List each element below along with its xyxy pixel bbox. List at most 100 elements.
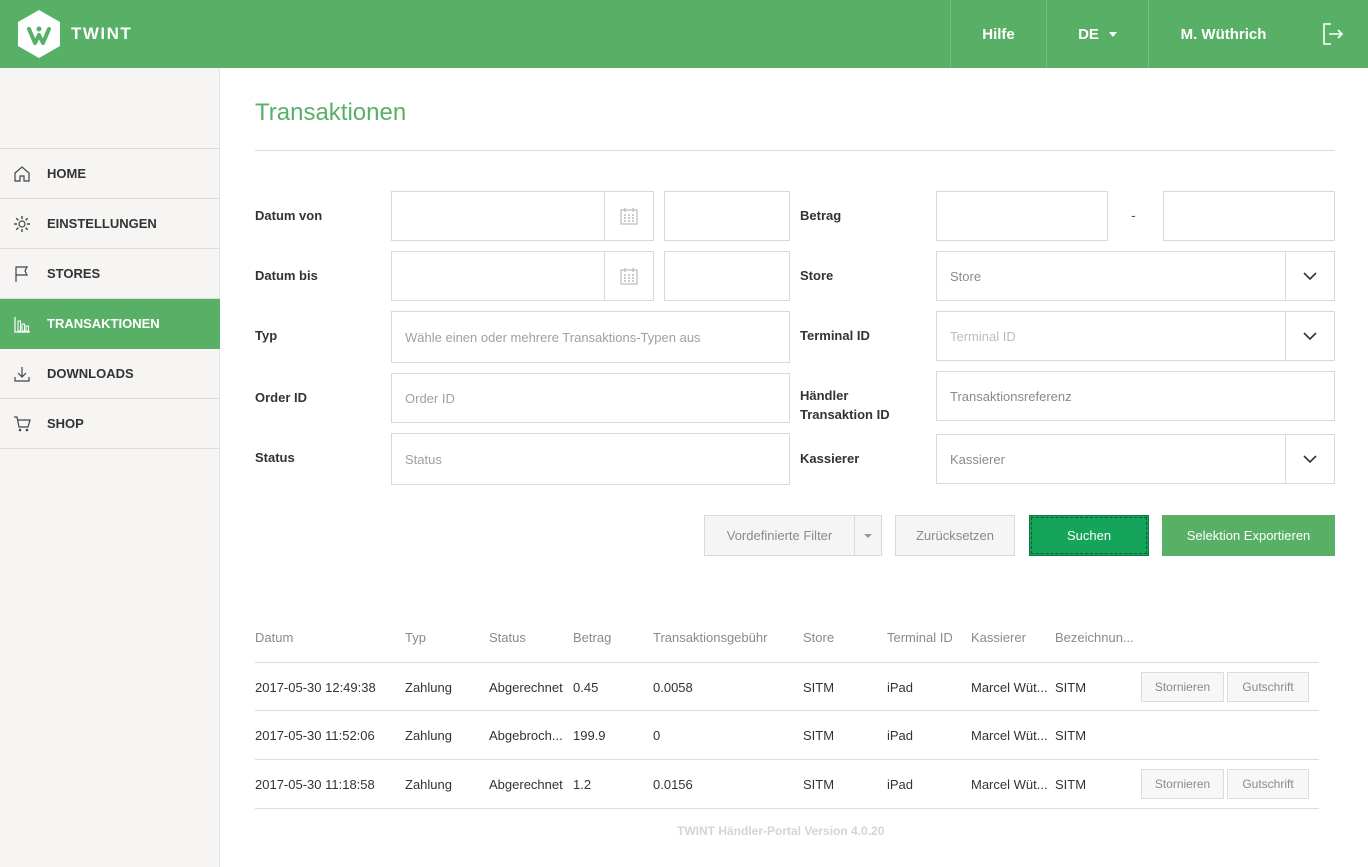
cell-datum: 2017-05-30 11:52:06 xyxy=(255,728,375,743)
haendler-transaktion-id-label: Händler Transaktion ID xyxy=(800,386,890,424)
twint-logo-icon[interactable] xyxy=(16,9,62,59)
cell-bezeichnung: SITM xyxy=(1055,680,1087,695)
typ-placeholder: Wähle einen oder mehrere Transaktions-Ty… xyxy=(405,329,701,345)
terminal-id-select[interactable]: Terminal ID xyxy=(936,311,1335,361)
haendler-label-line2: Transaktion ID xyxy=(800,407,890,422)
divider xyxy=(255,759,1319,760)
language-label: DE xyxy=(1078,25,1099,43)
gutschrift-button[interactable]: Gutschrift xyxy=(1227,672,1309,702)
home-icon xyxy=(12,164,32,184)
sidebar-item-downloads[interactable]: DOWNLOADS xyxy=(0,349,220,399)
terminal-id-placeholder: Terminal ID xyxy=(950,328,1016,344)
datum-bis-input[interactable] xyxy=(391,251,654,301)
chevron-down-icon[interactable] xyxy=(1285,435,1334,483)
cell-status: Abgebroch... xyxy=(489,728,563,743)
cell-datum: 2017-05-30 12:49:38 xyxy=(255,680,376,695)
sidebar-item-label: TRANSAKTIONEN xyxy=(47,316,160,331)
divider xyxy=(255,150,1335,151)
sidebar-item-label: STORES xyxy=(47,266,101,281)
kassierer-placeholder: Kassierer xyxy=(950,451,1005,467)
sidebar-item-home[interactable]: HOME xyxy=(0,149,220,199)
cell-terminal: iPad xyxy=(887,777,914,792)
typ-multiselect[interactable]: Wähle einen oder mehrere Transaktions-Ty… xyxy=(391,311,790,363)
divider xyxy=(255,808,1319,809)
top-nav: Hilfe DE M. Wüthrich xyxy=(950,0,1368,68)
reset-button[interactable]: Zurücksetzen xyxy=(895,515,1015,556)
typ-label: Typ xyxy=(255,328,278,343)
brand-name[interactable]: TWINT xyxy=(71,24,132,44)
footer-version: TWINT Händler-Portal Version 4.0.20 xyxy=(677,824,885,838)
gear-icon xyxy=(12,214,32,234)
column-header-bezeichnung[interactable]: Bezeichnun... xyxy=(1055,630,1134,645)
sidebar-item-einstellungen[interactable]: EINSTELLUNGEN xyxy=(0,199,220,249)
cell-kassierer: Marcel Wüt... xyxy=(971,680,1048,695)
sidebar-item-label: EINSTELLUNGEN xyxy=(47,216,157,231)
store-select[interactable]: Store xyxy=(936,251,1335,301)
caret-down-icon[interactable] xyxy=(854,516,881,555)
predefined-filter-button[interactable]: Vordefinierte Filter xyxy=(704,515,882,556)
cell-terminal: iPad xyxy=(887,728,914,743)
divider xyxy=(255,662,1319,663)
chevron-down-icon[interactable] xyxy=(1285,312,1334,360)
betrag-separator: - xyxy=(1131,207,1136,223)
store-placeholder: Store xyxy=(950,268,982,284)
chevron-down-icon[interactable] xyxy=(1285,252,1334,300)
sidebar-item-shop[interactable]: SHOP xyxy=(0,399,220,449)
gutschrift-button[interactable]: Gutschrift xyxy=(1227,769,1309,799)
sidebar-item-transaktionen[interactable]: TRANSAKTIONEN xyxy=(0,299,220,349)
stornieren-button[interactable]: Stornieren xyxy=(1141,672,1224,702)
column-header-terminal-id[interactable]: Terminal ID xyxy=(887,630,953,645)
cell-store: SITM xyxy=(803,777,835,792)
datum-bis-time-input[interactable] xyxy=(664,251,790,301)
cell-betrag: 1.2 xyxy=(573,777,592,792)
order-id-label: Order ID xyxy=(255,390,308,405)
bar-chart-icon xyxy=(12,314,32,334)
column-header-store[interactable]: Store xyxy=(803,630,834,645)
haendler-transaktion-id-input[interactable]: Transaktionsreferenz xyxy=(936,371,1335,421)
language-select[interactable]: DE xyxy=(1046,0,1148,68)
help-link[interactable]: Hilfe xyxy=(950,0,1046,68)
cell-bezeichnung: SITM xyxy=(1055,728,1087,743)
sidebar-item-label: SHOP xyxy=(47,416,84,431)
column-header-status[interactable]: Status xyxy=(489,630,526,645)
stornieren-button[interactable]: Stornieren xyxy=(1141,769,1224,799)
cell-gebuehr: 0.0156 xyxy=(653,777,693,792)
column-header-kassierer[interactable]: Kassierer xyxy=(971,630,1026,645)
sidebar-item-label: HOME xyxy=(47,166,86,181)
column-header-datum[interactable]: Datum xyxy=(255,630,293,645)
logout-icon xyxy=(1323,23,1344,45)
sidebar: HOME EINSTELLUNGEN STORES TRANSAKTIONEN … xyxy=(0,68,220,867)
cell-status: Abgerechnet xyxy=(489,777,563,792)
status-label: Status xyxy=(255,450,295,465)
datum-von-input[interactable] xyxy=(391,191,654,241)
column-header-typ[interactable]: Typ xyxy=(405,630,426,645)
export-button[interactable]: Selektion Exportieren xyxy=(1162,515,1335,556)
betrag-from-input[interactable] xyxy=(936,191,1108,241)
cell-bezeichnung: SITM xyxy=(1055,777,1087,792)
cell-gebuehr: 0.0058 xyxy=(653,680,693,695)
sidebar-item-stores[interactable]: STORES xyxy=(0,249,220,299)
betrag-to-input[interactable] xyxy=(1163,191,1335,241)
flag-icon xyxy=(12,264,32,284)
calendar-icon[interactable] xyxy=(604,192,653,240)
search-button[interactable]: Suchen xyxy=(1029,515,1149,556)
cell-betrag: 0.45 xyxy=(573,680,599,695)
order-id-input[interactable]: Order ID xyxy=(391,373,790,423)
sidebar-nav: HOME EINSTELLUNGEN STORES TRANSAKTIONEN … xyxy=(0,148,220,449)
cell-terminal: iPad xyxy=(887,680,914,695)
kassierer-select[interactable]: Kassierer xyxy=(936,434,1335,484)
column-header-betrag[interactable]: Betrag xyxy=(573,630,611,645)
top-bar: TWINT Hilfe DE M. Wüthrich xyxy=(0,0,1368,68)
status-input[interactable]: Status xyxy=(391,433,790,485)
logout-button[interactable] xyxy=(1298,0,1368,68)
datum-von-time-input[interactable] xyxy=(664,191,790,241)
user-menu[interactable]: M. Wüthrich xyxy=(1148,0,1298,68)
datum-bis-label: Datum bis xyxy=(255,268,318,283)
column-header-transaktionsgebuehr[interactable]: Transaktionsgebühr xyxy=(653,630,767,645)
datum-von-label: Datum von xyxy=(255,208,323,223)
cell-store: SITM xyxy=(803,680,835,695)
calendar-icon[interactable] xyxy=(604,252,653,300)
divider xyxy=(255,710,1319,711)
betrag-label: Betrag xyxy=(800,208,842,223)
cell-kassierer: Marcel Wüt... xyxy=(971,777,1048,792)
